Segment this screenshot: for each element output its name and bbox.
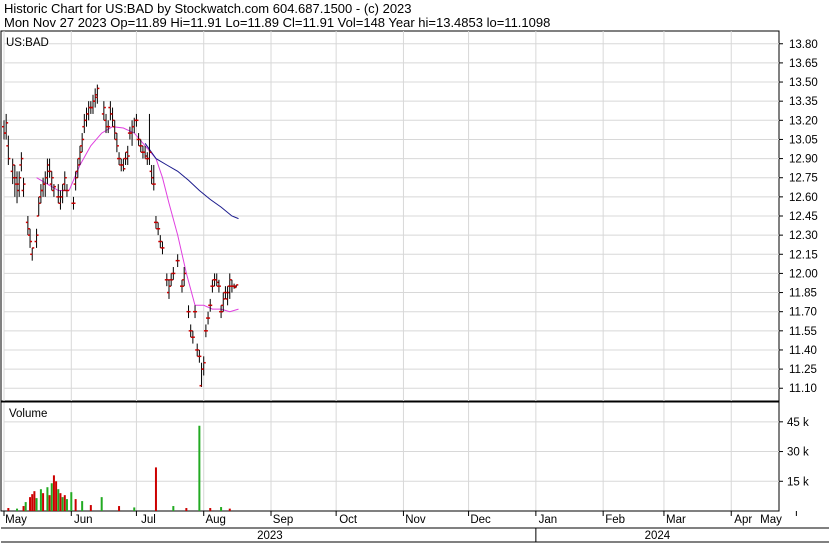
- price-tick-label: 11.55: [789, 326, 817, 338]
- price-tick-label: 11.25: [789, 364, 817, 376]
- price-tick-label: 11.40: [789, 345, 817, 357]
- price-tick-label: 12.15: [789, 249, 818, 261]
- price-tick-label: 11.70: [789, 307, 817, 319]
- volume-plot-frame: [0, 401, 780, 512]
- month-label: Jun: [74, 514, 93, 526]
- month-label: Aug: [205, 514, 225, 526]
- volume-panel: 45 k 30 k 15 k Volume: [0, 401, 809, 512]
- price-tick-label: 12.75: [789, 173, 818, 185]
- year-label: 2024: [645, 530, 671, 542]
- symbol-label: US:BAD: [6, 37, 49, 49]
- volume-tick-label: 45 k: [787, 417, 809, 429]
- chart-canvas: 13.80 13.65 13.50 13.35 13.20 13.05 12.90 12.75…: [0, 30, 829, 543]
- price-tick-label: 12.60: [789, 192, 818, 204]
- price-tick-label: 13.20: [789, 115, 818, 127]
- price-tick-label: 11.10: [789, 383, 817, 395]
- price-tick-label: 12.45: [789, 211, 818, 223]
- price-tick-label: 11.85: [789, 288, 817, 300]
- x-axis: May Jun Jul Aug Sep Oct Nov Dec Jan Feb Mar Apr May 2…: [1, 511, 829, 543]
- month-label: Jan: [539, 514, 558, 526]
- month-label: Feb: [605, 514, 625, 526]
- price-tick-label: 13.65: [789, 58, 818, 70]
- price-tick-label: 13.50: [789, 77, 818, 89]
- month-label: May: [760, 514, 782, 526]
- month-label: Jul: [141, 514, 156, 526]
- volume-title: Volume: [9, 408, 47, 420]
- month-label: Mar: [666, 514, 686, 526]
- month-label: Apr: [734, 514, 752, 526]
- price-tick-label: 12.30: [789, 230, 818, 242]
- month-label: Oct: [339, 514, 358, 526]
- price-tick-label: 13.05: [789, 134, 818, 146]
- year-label: 2023: [257, 530, 283, 542]
- volume-tick-label: 15 k: [787, 476, 809, 488]
- month-label: Dec: [470, 514, 491, 526]
- price-panel: 13.80 13.65 13.50 13.35 13.20 13.05 12.90 12.75…: [0, 30, 818, 511]
- price-tick-label: 13.35: [789, 96, 818, 108]
- month-label: Sep: [273, 514, 293, 526]
- price-tick-label: 12.90: [789, 154, 818, 166]
- volume-tick-label: 30 k: [787, 447, 809, 459]
- price-tick-label: 12.00: [789, 268, 818, 280]
- month-label: May: [5, 514, 27, 526]
- price-tick-label: 13.80: [789, 39, 818, 51]
- moving-average-short-line: [36, 126, 239, 313]
- moving-average-long-line: [144, 143, 239, 220]
- month-label: Nov: [405, 514, 426, 526]
